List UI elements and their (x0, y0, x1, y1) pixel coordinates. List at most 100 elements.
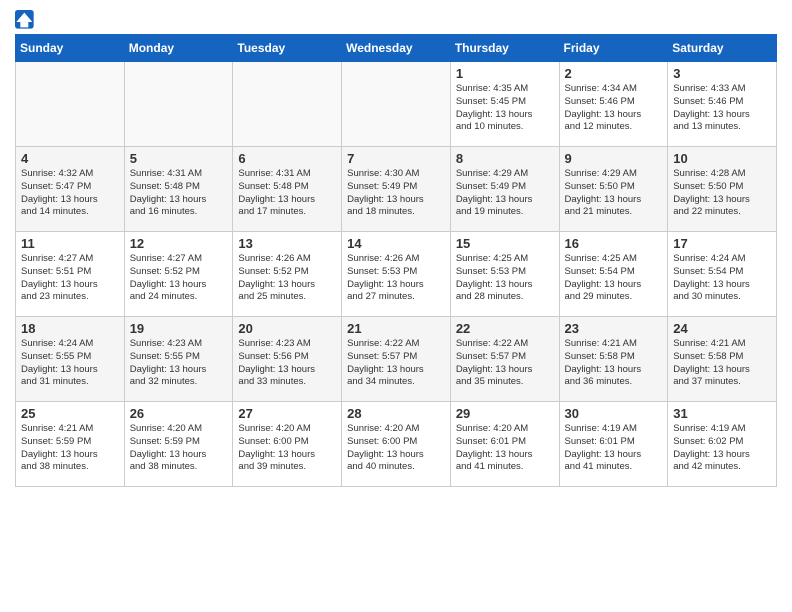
day-header-friday: Friday (559, 35, 668, 62)
calendar-cell: 2Sunrise: 4:34 AM Sunset: 5:46 PM Daylig… (559, 62, 668, 147)
day-number: 18 (21, 321, 119, 336)
cell-info: Sunrise: 4:27 AM Sunset: 5:51 PM Dayligh… (21, 253, 119, 304)
cell-info: Sunrise: 4:20 AM Sunset: 6:01 PM Dayligh… (456, 423, 554, 474)
day-header-monday: Monday (124, 35, 233, 62)
logo (15, 10, 39, 30)
calendar-cell: 26 Sunrise: 4:20 AM Sunset: 5:59 PM Dayli… (124, 402, 233, 487)
day-number: 3 (673, 66, 771, 81)
calendar-cell: 19 Sunrise: 4:23 AM Sunset: 5:55 PM Dayli… (124, 317, 233, 402)
day-number: 27 (238, 406, 336, 421)
day-number: 31 (673, 406, 771, 421)
day-header-sunday: Sunday (16, 35, 125, 62)
week-row-1: 4 Sunrise: 4:32 AM Sunset: 5:47 PM Daylig… (16, 147, 777, 232)
day-header-tuesday: Tuesday (233, 35, 342, 62)
day-number: 19 (130, 321, 228, 336)
calendar-cell: 30 Sunrise: 4:19 AM Sunset: 6:01 PM Dayli… (559, 402, 668, 487)
calendar-cell: 1 Sunrise: 4:35 AM Sunset: 5:45 PM Daylig… (450, 62, 559, 147)
cell-info: Sunrise: 4:32 AM Sunset: 5:47 PM Dayligh… (21, 168, 119, 219)
day-header-wednesday: Wednesday (342, 35, 451, 62)
cell-info: Sunrise: 4:26 AM Sunset: 5:53 PM Dayligh… (347, 253, 445, 304)
calendar-table: SundayMondayTuesdayWednesdayThursdayFrid… (15, 34, 777, 487)
calendar-cell (342, 62, 451, 147)
calendar-cell (124, 62, 233, 147)
day-number: 5 (130, 151, 228, 166)
cell-info: Sunrise: 4:20 AM Sunset: 6:00 PM Dayligh… (347, 423, 445, 474)
cell-info: Sunrise: 4:24 AM Sunset: 5:55 PM Dayligh… (21, 338, 119, 389)
calendar-cell: 6Sunrise: 4:31 AM Sunset: 5:48 PM Daylig… (233, 147, 342, 232)
cell-info: Sunrise: 4:35 AM Sunset: 5:45 PM Dayligh… (456, 83, 554, 134)
cell-info: Sunrise: 4:27 AM Sunset: 5:52 PM Dayligh… (130, 253, 228, 304)
calendar-cell: 17 Sunrise: 4:24 AM Sunset: 5:54 PM Dayli… (668, 232, 777, 317)
cell-info: Sunrise: 4:25 AM Sunset: 5:54 PM Dayligh… (565, 253, 663, 304)
day-header-thursday: Thursday (450, 35, 559, 62)
cell-info: Sunrise: 4:30 AM Sunset: 5:49 PM Dayligh… (347, 168, 445, 219)
cell-info: Sunrise: 4:21 AM Sunset: 5:59 PM Dayligh… (21, 423, 119, 474)
day-number: 17 (673, 236, 771, 251)
week-row-0: 1 Sunrise: 4:35 AM Sunset: 5:45 PM Daylig… (16, 62, 777, 147)
calendar-cell: 3 Sunrise: 4:33 AM Sunset: 5:46 PM Daylig… (668, 62, 777, 147)
cell-info: Sunrise: 4:29 AM Sunset: 5:49 PM Dayligh… (456, 168, 554, 219)
cell-info: Sunrise: 4:20 AM Sunset: 5:59 PM Dayligh… (130, 423, 228, 474)
day-number: 25 (21, 406, 119, 421)
cell-info: Sunrise: 4:31 AM Sunset: 5:48 PM Dayligh… (130, 168, 228, 219)
cell-info: Sunrise: 4:29 AM Sunset: 5:50 PM Dayligh… (565, 168, 663, 219)
calendar-cell (233, 62, 342, 147)
header (15, 10, 777, 30)
calendar-cell: 7Sunrise: 4:30 AM Sunset: 5:49 PM Daylig… (342, 147, 451, 232)
calendar-cell: 12 Sunrise: 4:27 AM Sunset: 5:52 PM Dayli… (124, 232, 233, 317)
day-number: 12 (130, 236, 228, 251)
calendar-cell: 14 Sunrise: 4:26 AM Sunset: 5:53 PM Dayli… (342, 232, 451, 317)
day-number: 24 (673, 321, 771, 336)
day-number: 30 (565, 406, 663, 421)
cell-info: Sunrise: 4:26 AM Sunset: 5:52 PM Dayligh… (238, 253, 336, 304)
day-number: 11 (21, 236, 119, 251)
day-number: 28 (347, 406, 445, 421)
day-number: 8 (456, 151, 554, 166)
day-number: 16 (565, 236, 663, 251)
cell-info: Sunrise: 4:24 AM Sunset: 5:54 PM Dayligh… (673, 253, 771, 304)
day-number: 6 (238, 151, 336, 166)
cell-info: Sunrise: 4:19 AM Sunset: 6:02 PM Dayligh… (673, 423, 771, 474)
calendar-cell: 23Sunrise: 4:21 AM Sunset: 5:58 PM Dayli… (559, 317, 668, 402)
day-number: 29 (456, 406, 554, 421)
cell-info: Sunrise: 4:22 AM Sunset: 5:57 PM Dayligh… (347, 338, 445, 389)
cell-info: Sunrise: 4:20 AM Sunset: 6:00 PM Dayligh… (238, 423, 336, 474)
day-number: 20 (238, 321, 336, 336)
day-number: 10 (673, 151, 771, 166)
cell-info: Sunrise: 4:21 AM Sunset: 5:58 PM Dayligh… (565, 338, 663, 389)
day-header-saturday: Saturday (668, 35, 777, 62)
calendar-cell: 24 Sunrise: 4:21 AM Sunset: 5:58 PM Dayli… (668, 317, 777, 402)
calendar-cell (16, 62, 125, 147)
day-number: 1 (456, 66, 554, 81)
calendar-body: 1 Sunrise: 4:35 AM Sunset: 5:45 PM Daylig… (16, 62, 777, 487)
cell-info: Sunrise: 4:33 AM Sunset: 5:46 PM Dayligh… (673, 83, 771, 134)
calendar-cell: 5 Sunrise: 4:31 AM Sunset: 5:48 PM Daylig… (124, 147, 233, 232)
logo-icon (15, 10, 35, 30)
calendar-cell: 28 Sunrise: 4:20 AM Sunset: 6:00 PM Dayli… (342, 402, 451, 487)
calendar-cell: 13 Sunrise: 4:26 AM Sunset: 5:52 PM Dayli… (233, 232, 342, 317)
calendar-cell: 10Sunrise: 4:28 AM Sunset: 5:50 PM Dayli… (668, 147, 777, 232)
week-row-4: 25 Sunrise: 4:21 AM Sunset: 5:59 PM Dayli… (16, 402, 777, 487)
day-number: 15 (456, 236, 554, 251)
day-number: 13 (238, 236, 336, 251)
calendar-cell: 8 Sunrise: 4:29 AM Sunset: 5:49 PM Daylig… (450, 147, 559, 232)
day-number: 26 (130, 406, 228, 421)
cell-info: Sunrise: 4:34 AM Sunset: 5:46 PM Dayligh… (565, 83, 663, 134)
calendar-cell: 31 Sunrise: 4:19 AM Sunset: 6:02 PM Dayli… (668, 402, 777, 487)
cell-info: Sunrise: 4:19 AM Sunset: 6:01 PM Dayligh… (565, 423, 663, 474)
day-number: 22 (456, 321, 554, 336)
cell-info: Sunrise: 4:25 AM Sunset: 5:53 PM Dayligh… (456, 253, 554, 304)
calendar-cell: 11 Sunrise: 4:27 AM Sunset: 5:51 PM Dayli… (16, 232, 125, 317)
day-number: 4 (21, 151, 119, 166)
day-number: 14 (347, 236, 445, 251)
calendar-cell: 29 Sunrise: 4:20 AM Sunset: 6:01 PM Dayli… (450, 402, 559, 487)
cell-info: Sunrise: 4:23 AM Sunset: 5:55 PM Dayligh… (130, 338, 228, 389)
calendar-cell: 22Sunrise: 4:22 AM Sunset: 5:57 PM Dayli… (450, 317, 559, 402)
day-number: 9 (565, 151, 663, 166)
calendar-cell: 27 Sunrise: 4:20 AM Sunset: 6:00 PM Dayli… (233, 402, 342, 487)
cell-info: Sunrise: 4:21 AM Sunset: 5:58 PM Dayligh… (673, 338, 771, 389)
calendar-cell: 4 Sunrise: 4:32 AM Sunset: 5:47 PM Daylig… (16, 147, 125, 232)
week-row-2: 11 Sunrise: 4:27 AM Sunset: 5:51 PM Dayli… (16, 232, 777, 317)
calendar-cell: 25 Sunrise: 4:21 AM Sunset: 5:59 PM Dayli… (16, 402, 125, 487)
cell-info: Sunrise: 4:23 AM Sunset: 5:56 PM Dayligh… (238, 338, 336, 389)
